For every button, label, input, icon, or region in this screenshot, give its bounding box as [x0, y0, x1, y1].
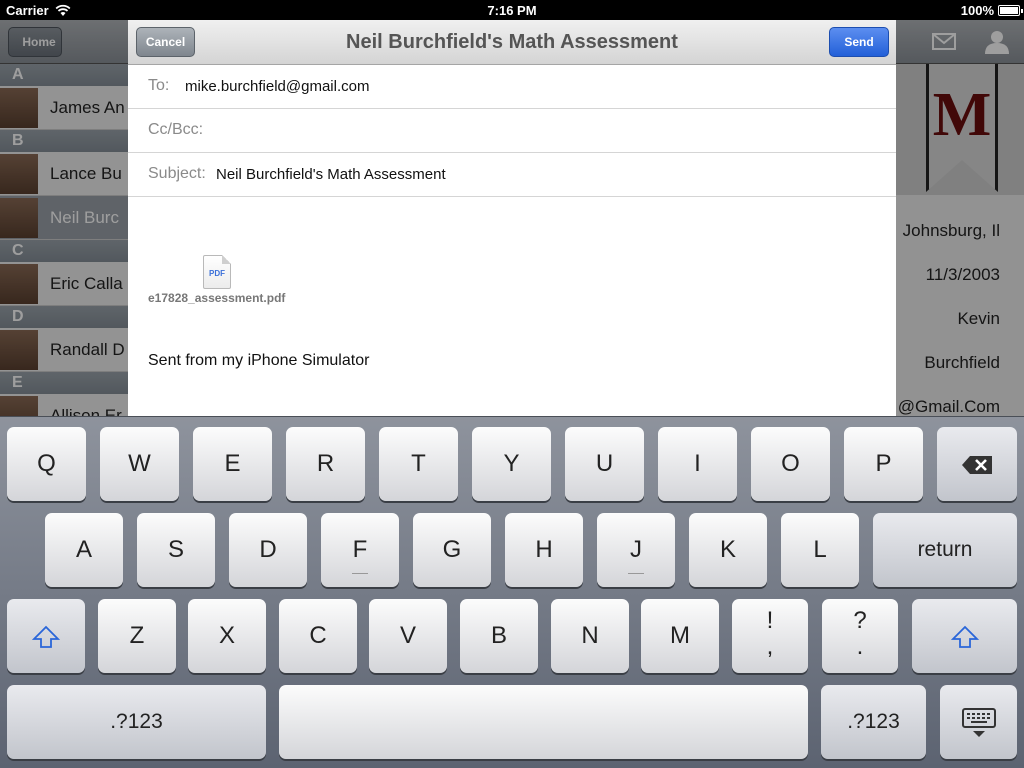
subject-field[interactable]: Subject: Neil Burchfield's Math Assessme…: [128, 153, 896, 197]
key-r[interactable]: R: [286, 427, 365, 501]
key-p[interactable]: P: [844, 427, 923, 501]
key-l[interactable]: L: [781, 513, 859, 587]
battery-percent: 100%: [960, 3, 994, 18]
key-question-period[interactable]: ? .: [822, 599, 898, 673]
key-z[interactable]: Z: [98, 599, 176, 673]
message-body[interactable]: PDF e17828_assessment.pdf Sent from my i…: [128, 197, 896, 416]
key-exclaim-comma[interactable]: ! ,: [732, 599, 808, 673]
screen: Carrier 7:16 PM 100% Home ) A: [0, 0, 1024, 768]
key-b[interactable]: B: [460, 599, 538, 673]
clock: 7:16 PM: [487, 3, 537, 18]
key-k[interactable]: K: [689, 513, 767, 587]
key-g[interactable]: G: [413, 513, 491, 587]
send-button[interactable]: Send: [829, 27, 889, 57]
subject-value[interactable]: Neil Burchfield's Math Assessment: [216, 166, 446, 183]
key-t[interactable]: T: [379, 427, 458, 501]
mail-compose-sheet: Cancel Neil Burchfield's Math Assessment…: [128, 20, 896, 416]
key-period-label: .: [856, 633, 864, 660]
key-f-label: F: [352, 536, 368, 563]
key-a[interactable]: A: [45, 513, 123, 587]
shift-key-right[interactable]: [912, 599, 1017, 673]
key-f[interactable]: F: [321, 513, 399, 587]
key-comma-label: ,: [766, 633, 774, 660]
key-h[interactable]: H: [505, 513, 583, 587]
key-question-label: ?: [853, 607, 867, 634]
to-value[interactable]: mike.burchfield@gmail.com: [185, 78, 369, 95]
shift-icon: [32, 625, 60, 648]
compose-title: Neil Burchfield's Math Assessment: [346, 31, 678, 53]
key-s[interactable]: S: [137, 513, 215, 587]
shift-icon: [950, 625, 979, 648]
backspace-icon: [962, 455, 992, 474]
dismiss-keyboard-key[interactable]: [940, 685, 1017, 759]
numbers-key-right[interactable]: .?123: [821, 685, 926, 759]
ccbcc-label: Cc/Bcc:: [148, 121, 204, 138]
ccbcc-field[interactable]: Cc/Bcc:: [128, 109, 896, 153]
onscreen-keyboard: Q W E R T Y U I O P A S D F G H J K L re…: [0, 416, 1024, 768]
key-o[interactable]: O: [751, 427, 830, 501]
key-u[interactable]: U: [565, 427, 644, 501]
numbers-key-left[interactable]: .?123: [7, 685, 266, 759]
key-e[interactable]: E: [193, 427, 272, 501]
key-w[interactable]: W: [100, 427, 179, 501]
key-n[interactable]: N: [551, 599, 629, 673]
signature-text: Sent from my iPhone Simulator: [148, 352, 370, 369]
space-key[interactable]: [279, 685, 808, 759]
status-bar: Carrier 7:16 PM 100%: [0, 0, 1024, 20]
to-label: To:: [148, 77, 170, 94]
home-row-mark: [628, 573, 644, 574]
backspace-key[interactable]: [937, 427, 1017, 501]
key-q[interactable]: Q: [7, 427, 86, 501]
compose-navbar: Cancel Neil Burchfield's Math Assessment…: [128, 20, 896, 65]
key-v[interactable]: V: [369, 599, 447, 673]
key-d[interactable]: D: [229, 513, 307, 587]
key-m[interactable]: M: [641, 599, 719, 673]
key-c[interactable]: C: [279, 599, 357, 673]
battery-icon: [998, 5, 1023, 16]
shift-key-left[interactable]: [7, 599, 85, 673]
to-field[interactable]: To: mike.burchfield@gmail.com: [128, 65, 896, 109]
keyboard-dismiss-icon: [961, 707, 996, 737]
pdf-icon[interactable]: PDF: [203, 255, 231, 289]
pdf-icon-label: PDF: [209, 269, 225, 278]
key-x[interactable]: X: [188, 599, 266, 673]
return-key[interactable]: return: [873, 513, 1017, 587]
key-j-label: J: [630, 536, 642, 563]
key-i[interactable]: I: [658, 427, 737, 501]
key-j[interactable]: J: [597, 513, 675, 587]
key-exclaim-label: !: [766, 607, 774, 634]
key-y[interactable]: Y: [472, 427, 551, 501]
home-row-mark: [352, 573, 368, 574]
subject-label: Subject:: [148, 165, 206, 182]
attachment-filename[interactable]: e17828_assessment.pdf: [148, 291, 285, 305]
